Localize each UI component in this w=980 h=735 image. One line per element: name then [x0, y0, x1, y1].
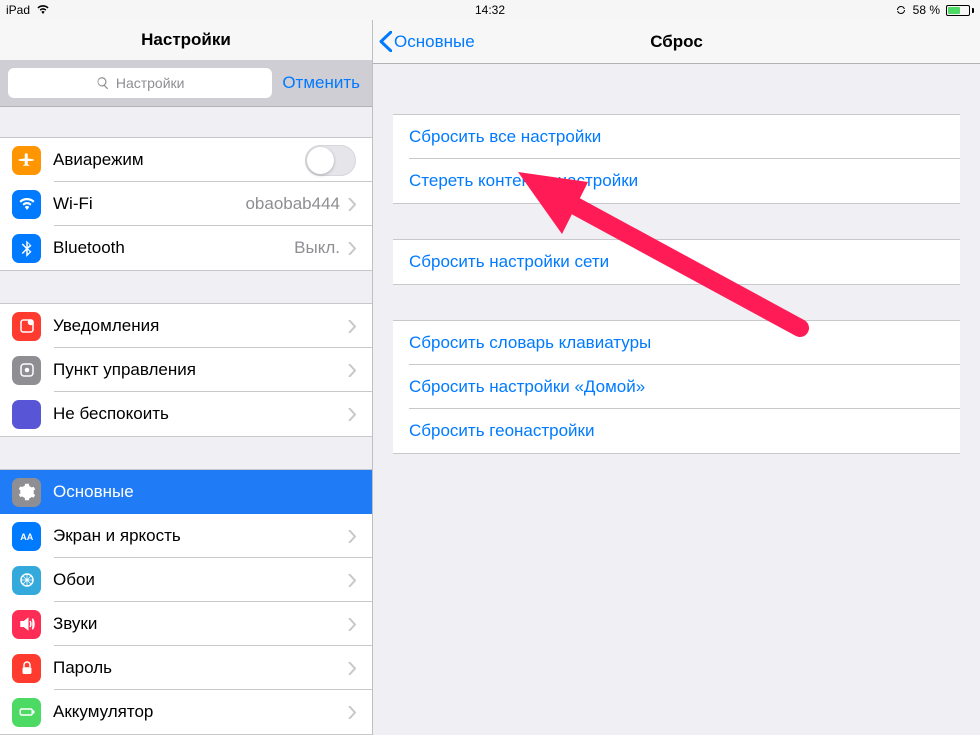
sidebar-item-label: Пароль — [53, 658, 348, 678]
sidebar-item-display[interactable]: AA Экран и яркость — [0, 514, 372, 558]
search-row: Настройки Отменить — [0, 60, 372, 107]
detail-nav: Основные Сброс — [373, 20, 980, 64]
search-cancel[interactable]: Отменить — [282, 73, 364, 93]
sidebar-group: Основные AA Экран и яркость Обои — [0, 469, 372, 735]
sidebar-item-label: Не беспокоить — [53, 404, 348, 424]
option-label: Стереть контент и настройки — [409, 171, 638, 191]
sidebar-item-bluetooth[interactable]: Bluetooth Выкл. — [0, 226, 372, 270]
sidebar-item-label: Основные — [53, 482, 356, 502]
reset-all-settings[interactable]: Сбросить все настройки — [393, 115, 960, 159]
reset-location-settings[interactable]: Сбросить геонастройки — [393, 409, 960, 453]
chevron-right-icon — [348, 618, 356, 631]
sidebar-group: Уведомления Пункт управления Не беспокои… — [0, 303, 372, 437]
sidebar-title: Настройки — [141, 30, 231, 50]
wifi-status-icon — [36, 0, 50, 20]
sidebar-item-dnd[interactable]: Не беспокоить — [0, 392, 372, 436]
moon-icon — [12, 400, 41, 429]
chevron-right-icon — [348, 364, 356, 377]
option-label: Сбросить геонастройки — [409, 421, 595, 441]
battery-icon — [946, 5, 974, 16]
clock: 14:32 — [475, 0, 505, 20]
sidebar-item-control-center[interactable]: Пункт управления — [0, 348, 372, 392]
detail-pane: Основные Сброс Сбросить все настройки Ст… — [373, 20, 980, 735]
back-label: Основные — [394, 32, 475, 52]
bluetooth-icon — [12, 234, 41, 263]
search-placeholder: Настройки — [116, 75, 185, 91]
device-label: iPad — [6, 0, 30, 20]
reset-group-3: Сбросить словарь клавиатуры Сбросить нас… — [393, 320, 960, 454]
chevron-right-icon — [348, 198, 356, 211]
speaker-icon — [12, 610, 41, 639]
sidebar-item-value: Выкл. — [294, 238, 340, 258]
sidebar-item-label: Аккумулятор — [53, 702, 348, 722]
chevron-right-icon — [348, 530, 356, 543]
back-button[interactable]: Основные — [373, 31, 475, 52]
airplane-icon — [12, 146, 41, 175]
lock-icon — [12, 654, 41, 683]
search-icon — [96, 76, 110, 90]
sidebar-item-general[interactable]: Основные — [0, 470, 372, 514]
option-label: Сбросить настройки «Домой» — [409, 377, 645, 397]
reset-home-layout[interactable]: Сбросить настройки «Домой» — [393, 365, 960, 409]
status-bar: iPad 14:32 58 % — [0, 0, 980, 20]
gear-icon — [12, 478, 41, 507]
chevron-right-icon — [348, 706, 356, 719]
wallpaper-icon — [12, 566, 41, 595]
sidebar-item-passcode[interactable]: Пароль — [0, 646, 372, 690]
sidebar-item-label: Экран и яркость — [53, 526, 348, 546]
reset-keyboard-dictionary[interactable]: Сбросить словарь клавиатуры — [393, 321, 960, 365]
sidebar-item-label: Пункт управления — [53, 360, 348, 380]
option-label: Сбросить словарь клавиатуры — [409, 333, 651, 353]
reset-group-2: Сбросить настройки сети — [393, 239, 960, 285]
sidebar-item-value: obaobab444 — [245, 194, 340, 214]
sidebar-item-label: Обои — [53, 570, 348, 590]
sidebar-item-label: Уведомления — [53, 316, 348, 336]
chevron-right-icon — [348, 242, 356, 255]
chevron-right-icon — [348, 408, 356, 421]
wifi-icon — [12, 190, 41, 219]
sidebar-item-label: Wi-Fi — [53, 194, 245, 214]
display-icon: AA — [12, 522, 41, 551]
sidebar-item-wallpaper[interactable]: Обои — [0, 558, 372, 602]
settings-sidebar: Настройки Настройки Отменить Авиарежим — [0, 20, 373, 735]
search-input[interactable]: Настройки — [8, 68, 272, 98]
svg-text:AA: AA — [20, 532, 33, 542]
airplane-switch[interactable] — [305, 145, 356, 176]
battery-settings-icon — [12, 698, 41, 727]
sidebar-item-sounds[interactable]: Звуки — [0, 602, 372, 646]
sidebar-item-label: Авиарежим — [53, 150, 305, 170]
sidebar-item-label: Звуки — [53, 614, 348, 634]
chevron-right-icon — [348, 662, 356, 675]
control-center-icon — [12, 356, 41, 385]
notifications-icon — [12, 312, 41, 341]
chevron-right-icon — [348, 320, 356, 333]
sidebar-item-notifications[interactable]: Уведомления — [0, 304, 372, 348]
battery-text: 58 % — [913, 0, 940, 20]
option-label: Сбросить настройки сети — [409, 252, 609, 272]
sidebar-item-battery[interactable]: Аккумулятор — [0, 690, 372, 734]
reset-network-settings[interactable]: Сбросить настройки сети — [393, 240, 960, 284]
sidebar-item-airplane[interactable]: Авиарежим — [0, 138, 372, 182]
option-label: Сбросить все настройки — [409, 127, 601, 147]
reset-group-1: Сбросить все настройки Стереть контент и… — [393, 114, 960, 204]
sidebar-item-wifi[interactable]: Wi-Fi obaobab444 — [0, 182, 372, 226]
chevron-left-icon — [379, 31, 392, 52]
detail-title: Сброс — [650, 32, 703, 52]
chevron-right-icon — [348, 574, 356, 587]
erase-content-and-settings[interactable]: Стереть контент и настройки — [393, 159, 960, 203]
sidebar-nav: Настройки — [0, 20, 372, 60]
sidebar-group: Авиарежим Wi-Fi obaobab444 Bluetooth Вык… — [0, 137, 372, 271]
sidebar-item-label: Bluetooth — [53, 238, 294, 258]
sync-icon — [895, 4, 907, 16]
